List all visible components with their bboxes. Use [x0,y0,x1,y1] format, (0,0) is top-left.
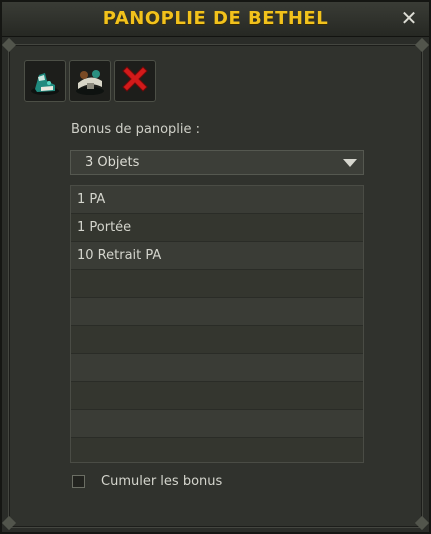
list-item [71,298,363,326]
close-icon: ✕ [400,6,418,30]
cumulate-option: Cumuler les bonus [72,474,222,489]
item-slot-boots[interactable] [24,60,66,102]
boots-icon [31,73,59,95]
item-icons [24,60,156,102]
panoply-window: PANOPLIE DE BETHEL ✕ Bonus de panoplie:… [0,0,431,534]
title-bar[interactable]: PANOPLIE DE BETHEL ✕ [2,2,429,37]
list-item [71,410,363,438]
belt-icon [76,70,104,95]
list-item [71,438,363,462]
cumulate-label[interactable]: Cumuler les bonus [101,474,222,489]
remove-icon [122,66,148,92]
item-slot-belt[interactable] [69,60,111,102]
bonus-label: Bonus de panoplie : [71,122,201,137]
cumulate-checkbox[interactable] [72,475,85,488]
list-item [71,382,363,410]
bonus-list: 1 PA 1 Portée 10 Retrait PA [70,185,364,463]
list-item [71,270,363,298]
list-item [71,354,363,382]
list-item: 1 Portée [71,214,363,242]
close-button[interactable]: ✕ [399,8,419,28]
selected-value: 3 Objets [85,155,140,170]
objects-count-select[interactable]: 3 Objets [70,150,364,175]
list-item: 10 Retrait PA [71,242,363,270]
window-title: PANOPLIE DE BETHEL [102,8,329,29]
chevron-down-icon [343,159,357,167]
item-slot-remove[interactable] [114,60,156,102]
list-item: 1 PA [71,186,363,214]
list-item [71,326,363,354]
